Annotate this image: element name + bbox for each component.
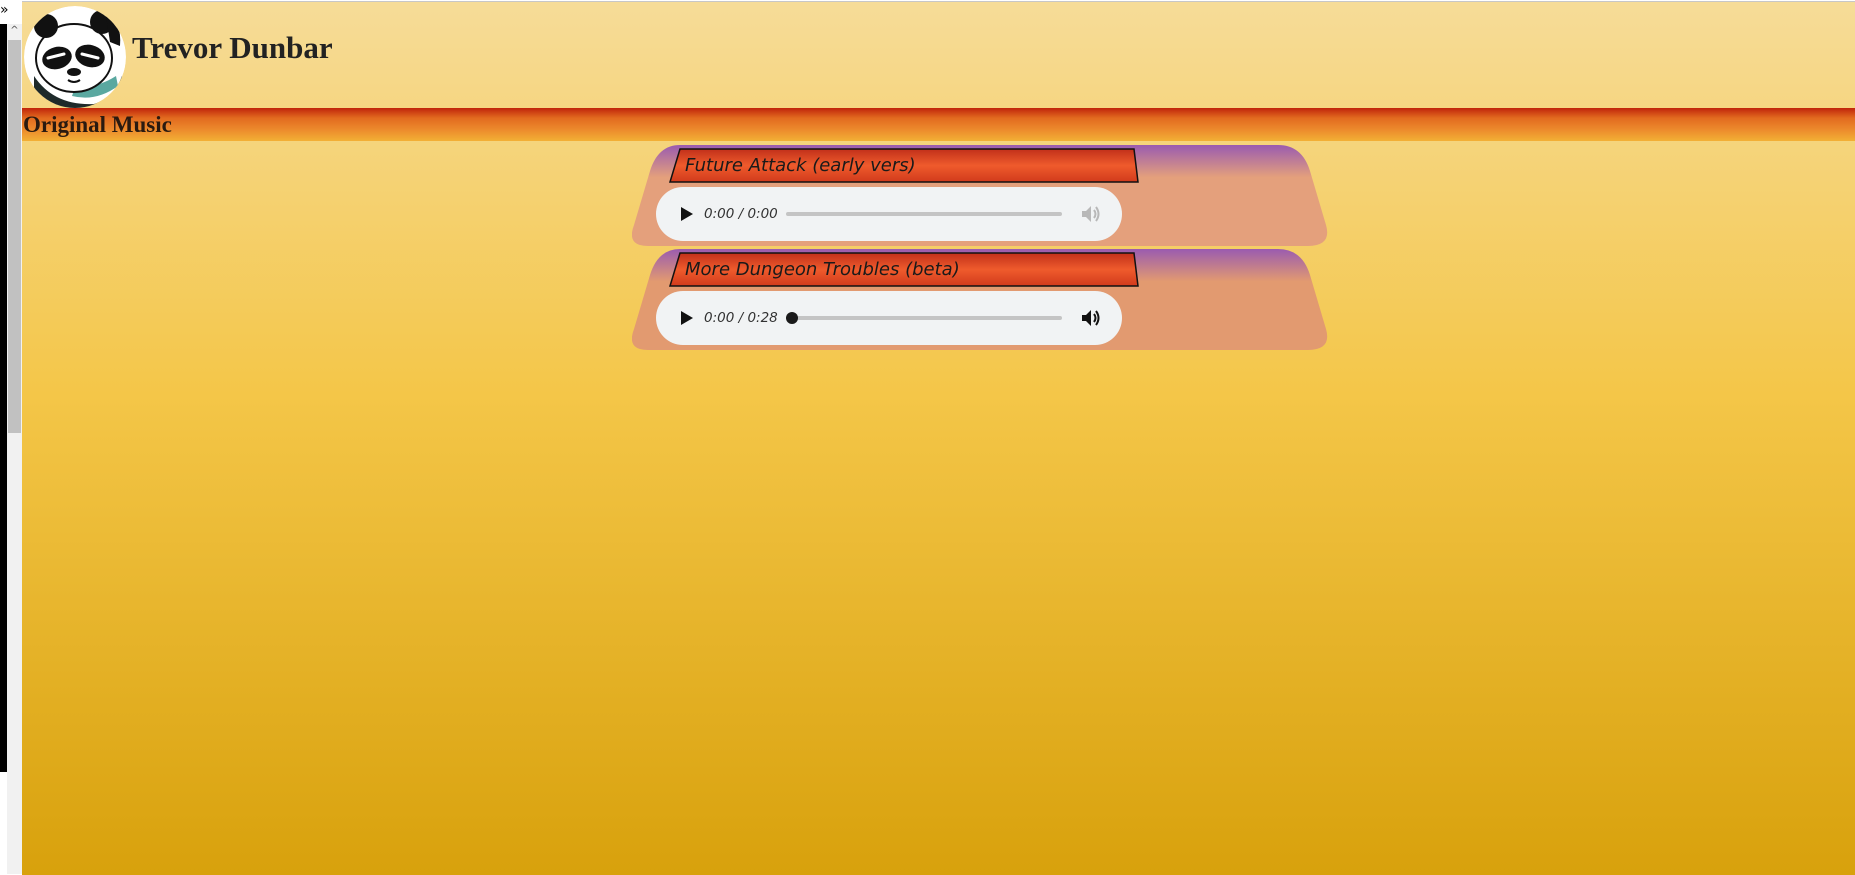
sidebar-strip: [0, 24, 7, 772]
section-header-bar: Original Music: [22, 108, 1855, 141]
audio-player: 0:00 / 0:00: [656, 187, 1122, 241]
left-sidebar: » ^: [0, 0, 22, 874]
expand-sidebar-icon[interactable]: »: [0, 2, 14, 18]
section-title: Original Music: [23, 112, 172, 137]
scroll-up-icon[interactable]: ^: [8, 24, 21, 38]
seek-track: [786, 316, 1062, 320]
seek-handle[interactable]: [786, 312, 798, 324]
play-icon[interactable]: [676, 204, 696, 224]
panda-avatar-icon: [24, 6, 126, 108]
track-card: More Dungeon Troubles (beta) 0:00 / 0:28: [632, 249, 1338, 350]
site-header: Trevor Dunbar: [22, 2, 1855, 108]
seek-track: [786, 212, 1062, 216]
time-display: 0:00 / 0:28: [704, 310, 778, 326]
track-card: Future Attack (early vers) 0:00 / 0:00: [632, 145, 1338, 246]
seek-slider[interactable]: [786, 207, 1062, 221]
scrollbar-thumb[interactable]: [8, 40, 21, 433]
time-display: 0:00 / 0:00: [704, 206, 778, 222]
site-title: Trevor Dunbar: [132, 30, 333, 65]
page: Trevor Dunbar Original Music Future Atta…: [22, 1, 1855, 875]
audio-player: 0:00 / 0:28: [656, 291, 1122, 345]
play-icon[interactable]: [676, 308, 696, 328]
volume-icon[interactable]: [1080, 307, 1102, 329]
seek-slider[interactable]: [786, 311, 1062, 325]
track-title: Future Attack (early vers): [685, 155, 916, 176]
volume-icon[interactable]: [1080, 203, 1102, 225]
track-title: More Dungeon Troubles (beta): [685, 259, 960, 280]
